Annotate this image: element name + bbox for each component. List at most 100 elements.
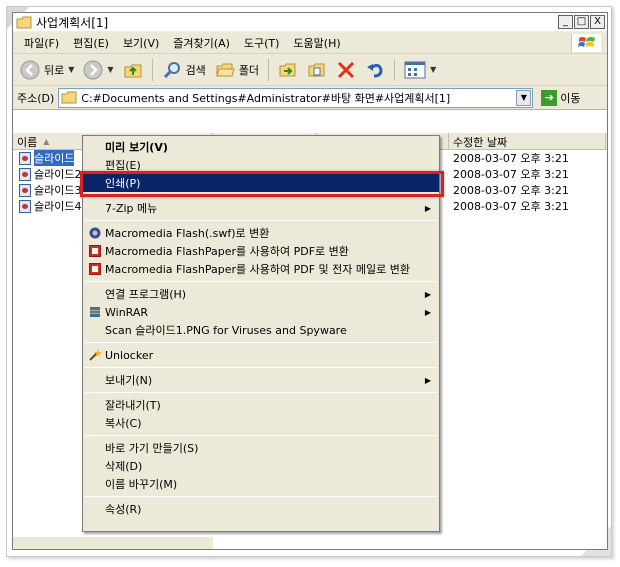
menu-item-scan[interactable]: Scan 슬라이드1.PNG for Viruses and Spyware: [83, 321, 439, 339]
png-file-icon: [19, 183, 31, 197]
toolbar-separator: [394, 58, 396, 81]
menu-separator: [85, 195, 437, 196]
menu-item-delete[interactable]: 삭제(D): [83, 457, 439, 475]
submenu-arrow-icon: ▶: [424, 289, 431, 299]
minimize-button[interactable]: _: [558, 15, 573, 29]
title-bar: 사업계획서[1] _ □ X: [13, 13, 607, 32]
submenu-arrow-icon: ▶: [424, 375, 431, 385]
back-dropdown-icon[interactable]: ▼: [68, 65, 74, 74]
forward-button[interactable]: ▼: [80, 57, 116, 83]
back-arrow-icon: [20, 60, 40, 79]
menu-separator: [85, 392, 437, 393]
undo-button[interactable]: [362, 57, 388, 83]
up-folder-button[interactable]: [120, 57, 146, 83]
menu-help[interactable]: 도움말(H): [286, 35, 347, 51]
sort-asc-icon: ▲: [43, 137, 50, 146]
png-file-icon: [19, 151, 31, 165]
file-name: 슬라이드3: [34, 184, 82, 197]
menu-item-cut[interactable]: 잘라내기(T): [83, 396, 439, 414]
menu-item-send-to[interactable]: 보내기(N) ▶: [83, 371, 439, 389]
close-button[interactable]: X: [590, 15, 605, 29]
folders-label: 폴더: [238, 63, 260, 77]
file-date: 2008-03-07 오후 3:21: [453, 184, 569, 197]
folders-button[interactable]: 폴더: [212, 57, 262, 83]
search-label: 검색: [185, 63, 206, 77]
views-dropdown-icon[interactable]: ▼: [430, 65, 436, 74]
menu-view[interactable]: 보기(V): [116, 35, 166, 51]
forward-arrow-icon: [83, 60, 103, 79]
address-value: C:#Documents and Settings#Administrator#…: [81, 91, 451, 105]
copy-to-button[interactable]: [304, 57, 330, 83]
address-dropdown-button[interactable]: ▼: [516, 89, 532, 106]
menu-item-copy[interactable]: 복사(C): [83, 414, 439, 432]
address-bar: 주소(D) C:#Documents and Settings#Administ…: [13, 86, 607, 110]
menu-favorites[interactable]: 즐겨찾기(A): [166, 35, 237, 51]
png-file-icon: [19, 199, 31, 213]
undo-icon: [367, 63, 383, 77]
menu-item-properties[interactable]: 속성(R): [83, 500, 439, 518]
flashpaper-icon: [88, 262, 102, 276]
window-title: 사업계획서[1]: [36, 15, 109, 30]
views-grid-icon: [404, 61, 426, 78]
menu-item-flash-convert[interactable]: Macromedia Flash(.swf)로 변환: [83, 224, 439, 242]
menu-item-7zip[interactable]: 7-Zip 메뉴 ▶: [83, 199, 439, 217]
menu-item-print[interactable]: 인쇄(P): [83, 174, 439, 192]
go-button[interactable]: ➔ 이동: [541, 89, 581, 106]
folder-icon: [61, 91, 77, 104]
toolbar-separator: [151, 58, 153, 81]
menu-item-preview[interactable]: 미리 보기(V): [83, 138, 439, 156]
menu-item-flashpaper-pdf[interactable]: Macromedia FlashPaper를 사용하여 PDF로 변환: [83, 242, 439, 260]
flash-icon: [88, 226, 102, 240]
window-controls: _ □ X: [558, 15, 605, 29]
menu-edit[interactable]: 편집(E): [66, 35, 116, 51]
folder-up-icon: [124, 64, 142, 77]
address-label: 주소(D): [17, 91, 55, 105]
menu-item-unlocker[interactable]: Unlocker: [83, 346, 439, 364]
file-date: 2008-03-07 오후 3:21: [453, 200, 569, 213]
menu-item-winrar[interactable]: WinRAR ▶: [83, 303, 439, 321]
delete-button[interactable]: [333, 57, 359, 83]
menu-tools[interactable]: 도구(T): [237, 35, 287, 51]
flashpaper-icon: [88, 244, 102, 258]
column-date-modified[interactable]: 수정한 날짜: [449, 133, 606, 150]
file-name: 슬라이드4: [34, 200, 82, 213]
address-field[interactable]: C:#Documents and Settings#Administrator#…: [58, 87, 534, 108]
go-label: 이동: [560, 91, 581, 105]
folders-icon: [216, 63, 235, 76]
scrollbar-strip[interactable]: [13, 537, 213, 549]
submenu-arrow-icon: ▶: [424, 307, 431, 317]
menu-item-edit[interactable]: 편집(E): [83, 156, 439, 174]
file-date: 2008-03-07 오후 3:21: [453, 168, 569, 181]
menu-item-create-shortcut[interactable]: 바로 가기 만들기(S): [83, 439, 439, 457]
winrar-icon: [88, 305, 102, 319]
menu-file[interactable]: 파일(F): [17, 35, 66, 51]
move-to-button[interactable]: [275, 57, 301, 83]
back-button[interactable]: 뒤로 ▼: [17, 57, 77, 83]
file-name: 슬라이드2: [34, 168, 82, 181]
unlocker-wand-icon: [88, 348, 102, 362]
search-button[interactable]: 검색: [159, 57, 209, 83]
toolbar: 뒤로 ▼ ▼ 검색 폴더 ▼: [13, 54, 607, 86]
png-file-icon: [19, 167, 31, 181]
menu-item-rename[interactable]: 이름 바꾸기(M): [83, 475, 439, 493]
views-button[interactable]: ▼: [401, 57, 439, 83]
menu-item-open-with[interactable]: 연결 프로그램(H) ▶: [83, 285, 439, 303]
menu-separator: [85, 496, 437, 497]
menu-bar: 파일(F) 편집(E) 보기(V) 즐겨찾기(A) 도구(T) 도움말(H): [13, 32, 607, 54]
file-date: 2008-03-07 오후 3:21: [453, 152, 569, 165]
menu-separator: [85, 342, 437, 343]
menu-item-flashpaper-pdf-mail[interactable]: Macromedia FlashPaper를 사용하여 PDF 및 전자 메일로…: [83, 260, 439, 278]
windows-logo-icon: [571, 34, 601, 52]
submenu-arrow-icon: ▶: [424, 203, 431, 213]
menu-separator: [85, 367, 437, 368]
delete-x-icon: [338, 61, 355, 78]
go-arrow-icon: ➔: [541, 89, 558, 106]
folder-icon: [16, 16, 32, 28]
forward-dropdown-icon[interactable]: ▼: [107, 65, 113, 74]
maximize-button[interactable]: □: [574, 15, 589, 29]
file-name: 슬라이드: [34, 150, 75, 166]
menu-separator: [85, 281, 437, 282]
toolbar-separator: [268, 58, 270, 81]
context-menu: 미리 보기(V) 편집(E) 인쇄(P) 7-Zip 메뉴 ▶ Macromed…: [82, 135, 440, 532]
menu-separator: [85, 220, 437, 221]
